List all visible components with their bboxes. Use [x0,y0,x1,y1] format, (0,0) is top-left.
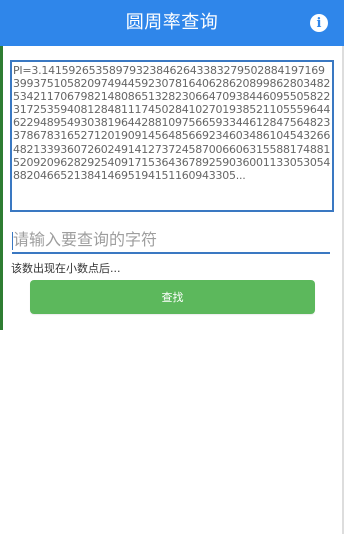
pi-digits-text: PI=3.14159265358979323846264338327950288… [13,64,331,182]
app-screen: 圆周率查询 i PI=3.141592653589793238462643383… [0,0,344,534]
result-text: 该数出现在小数点后... [11,262,121,275]
info-icon-glyph: i [316,15,322,31]
search-button[interactable]: 查找 [30,280,315,314]
text-cursor [12,232,13,250]
search-input[interactable] [12,228,330,254]
edge-strip [0,46,3,330]
app-title: 圆周率查询 [125,12,219,33]
info-icon[interactable]: i [310,14,328,32]
app-bar: 圆周率查询 i [0,0,344,46]
search-button-label: 查找 [161,291,184,304]
pi-digits-box[interactable]: PI=3.14159265358979323846264338327950288… [10,60,334,212]
